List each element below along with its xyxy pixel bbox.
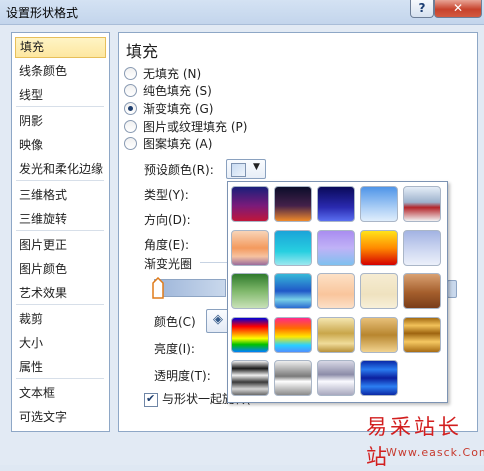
radio-label: 图片或纹理填充 (P) bbox=[143, 120, 248, 134]
preset-gradient-tile[interactable] bbox=[317, 186, 355, 222]
sidebar-item[interactable]: 艺术效果 bbox=[15, 283, 106, 304]
sidebar-item[interactable]: 发光和柔化边缘 bbox=[15, 159, 106, 180]
sidebar-item[interactable]: 三维格式 bbox=[15, 185, 106, 206]
preset-gradient-tile[interactable] bbox=[231, 186, 269, 222]
paint-bucket-icon: ◈ bbox=[213, 312, 223, 327]
watermark-url: Www.easck.Com bbox=[386, 446, 484, 459]
preset-gradient-tile[interactable] bbox=[231, 229, 269, 266]
radio-label: 图案填充 (A) bbox=[143, 137, 213, 151]
preset-gradient-tile[interactable] bbox=[231, 273, 269, 309]
sidebar-item[interactable]: 裁剪 bbox=[15, 309, 106, 330]
preset-gradient-tile[interactable] bbox=[317, 229, 355, 266]
section-heading: 填充 bbox=[126, 42, 159, 61]
color-label: 颜色(C) bbox=[154, 315, 196, 329]
radio-pattern-fill[interactable]: 图案填充 (A) bbox=[124, 136, 212, 152]
preset-gradient-tile[interactable] bbox=[360, 229, 398, 266]
preset-gradient-tile[interactable] bbox=[360, 273, 398, 309]
preset-gradient-tile[interactable] bbox=[360, 316, 398, 353]
chevron-down-icon: ▼ bbox=[253, 162, 260, 172]
radio-picture-fill[interactable]: 图片或纹理填充 (P) bbox=[124, 119, 247, 135]
radio-button[interactable] bbox=[124, 67, 137, 80]
preset-gradient-tile[interactable] bbox=[274, 273, 312, 309]
sidebar-item[interactable]: 填充 bbox=[15, 37, 106, 58]
title-bar: 设置形状格式 ? ✕ bbox=[0, 0, 484, 25]
sidebar-item[interactable]: 线条颜色 bbox=[15, 61, 106, 82]
preset-gradient-tile[interactable] bbox=[317, 316, 355, 353]
preset-gradient-tile[interactable] bbox=[317, 273, 355, 309]
preset-gradient-tile[interactable] bbox=[231, 360, 269, 396]
gradient-stops-bar-end[interactable] bbox=[447, 280, 457, 298]
sidebar-item[interactable]: 属性 bbox=[15, 357, 106, 378]
sidebar-item[interactable]: 可选文字 bbox=[15, 407, 106, 428]
radio-label: 纯色填充 (S) bbox=[143, 84, 212, 98]
sidebar-item[interactable]: 线型 bbox=[15, 85, 106, 106]
gradient-stops-label: 渐变光圈 bbox=[144, 257, 193, 271]
preset-gradient-tile[interactable] bbox=[274, 186, 312, 222]
preset-gradient-tile[interactable] bbox=[274, 229, 312, 266]
radio-label: 渐变填充 (G) bbox=[143, 102, 214, 116]
preset-gradient-tile[interactable] bbox=[360, 186, 398, 222]
angle-label: 角度(E): bbox=[144, 238, 189, 252]
category-nav: 填充线条颜色线型阴影映像发光和柔化边缘 三维格式三维旋转图片更正图片颜色艺术效果裁… bbox=[11, 32, 110, 432]
preset-colors-label: 预设颜色(R): bbox=[144, 163, 214, 177]
radio-button[interactable] bbox=[124, 84, 137, 97]
preset-gradient-tile[interactable] bbox=[274, 316, 312, 353]
sidebar-separator bbox=[16, 378, 104, 379]
radio-button[interactable] bbox=[124, 137, 137, 150]
checkmark-icon: ✔ bbox=[146, 392, 156, 405]
radio-solid-fill[interactable]: 纯色填充 (S) bbox=[124, 83, 212, 99]
sidebar-item[interactable]: 阴影 bbox=[15, 111, 106, 132]
rotate-with-shape-checkbox[interactable]: ✔ bbox=[144, 392, 158, 407]
preset-gradient-tile[interactable] bbox=[403, 229, 441, 266]
radio-button[interactable] bbox=[124, 120, 137, 133]
gradient-stop-handle[interactable] bbox=[152, 277, 164, 299]
help-button[interactable]: ? bbox=[410, 0, 434, 18]
sidebar-separator bbox=[16, 106, 104, 107]
direction-label: 方向(D): bbox=[144, 213, 191, 227]
sidebar-item[interactable]: 图片更正 bbox=[15, 235, 106, 256]
sidebar-separator bbox=[16, 304, 104, 305]
sidebar-item[interactable]: 文本框 bbox=[15, 383, 106, 404]
sidebar-separator bbox=[16, 180, 104, 181]
watermark-logo-text: 易采站长站 bbox=[366, 415, 462, 469]
preset-gradient-tile[interactable] bbox=[317, 360, 355, 396]
brightness-label: 亮度(I): bbox=[154, 342, 195, 356]
sidebar-item[interactable]: 映像 bbox=[15, 135, 106, 156]
preset-gradient-tile[interactable] bbox=[360, 360, 398, 396]
close-button[interactable]: ✕ bbox=[434, 0, 482, 18]
gradient-swatch-icon bbox=[231, 163, 246, 177]
preset-gradient-tile[interactable] bbox=[231, 316, 269, 353]
transparency-label: 透明度(T): bbox=[154, 369, 211, 383]
preset-gradient-tile[interactable] bbox=[403, 316, 441, 353]
radio-label: 无填充 (N) bbox=[143, 67, 202, 81]
sidebar-separator bbox=[16, 230, 104, 231]
type-label: 类型(Y): bbox=[144, 188, 189, 202]
radio-no-fill[interactable]: 无填充 (N) bbox=[124, 66, 201, 82]
preset-colors-dropdown[interactable]: ▼ bbox=[226, 159, 266, 179]
preset-gradient-tile[interactable] bbox=[403, 273, 441, 309]
window-title: 设置形状格式 bbox=[6, 6, 79, 20]
preset-gradient-tile[interactable] bbox=[403, 186, 441, 222]
sidebar-item[interactable]: 大小 bbox=[15, 333, 106, 354]
sidebar-item[interactable]: 三维旋转 bbox=[15, 209, 106, 230]
radio-gradient-fill[interactable]: 渐变填充 (G) bbox=[124, 101, 213, 117]
sidebar-item[interactable]: 图片颜色 bbox=[15, 259, 106, 280]
preset-gradient-gallery bbox=[227, 181, 448, 403]
radio-button-selected[interactable] bbox=[124, 102, 137, 115]
preset-gradient-tile[interactable] bbox=[274, 360, 312, 396]
gradient-stops-bar[interactable] bbox=[154, 279, 226, 297]
